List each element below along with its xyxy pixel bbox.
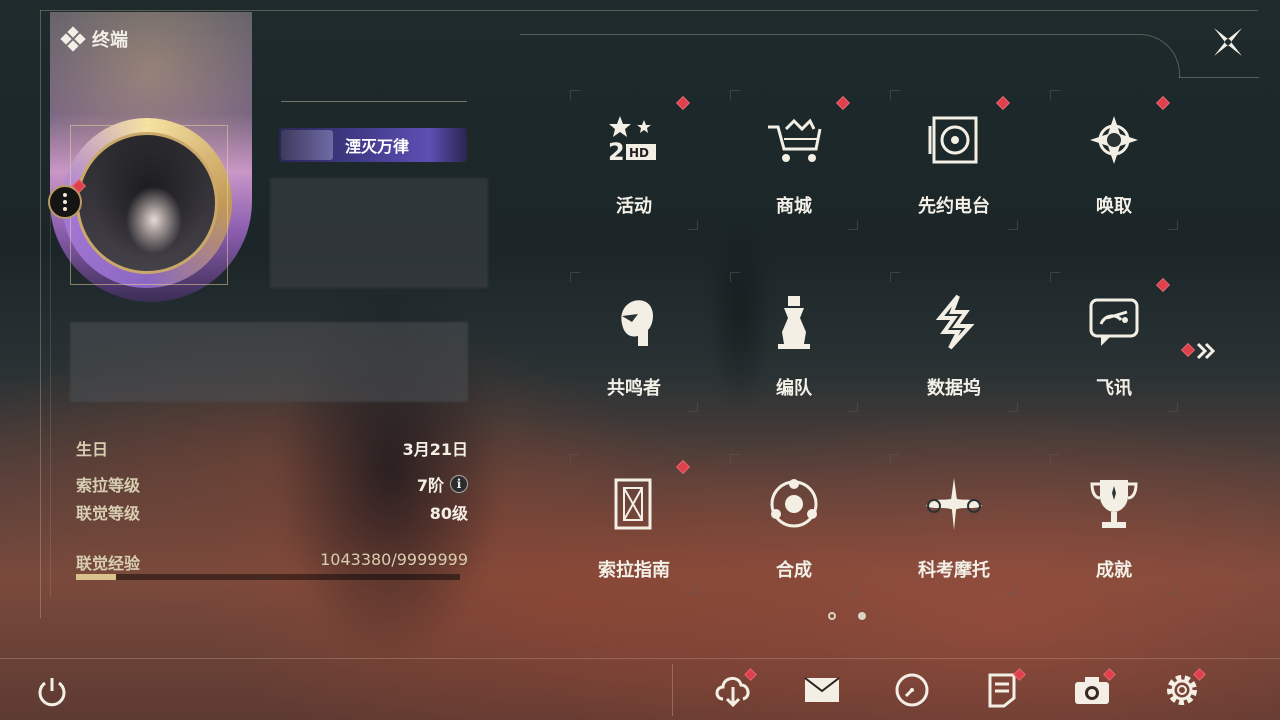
- function-menu-grid: 2HD 活动 商城 先约电台 唤取 共鸣者 编队 数据坞 飞讯 索拉指南 合成 …: [555, 90, 1195, 620]
- exp-progress-fill: [76, 574, 116, 580]
- info-icon[interactable]: i: [450, 475, 468, 493]
- page-title: 终端: [92, 30, 128, 51]
- terminal-header: 终端: [60, 26, 128, 52]
- tile-frame: [730, 90, 858, 230]
- mail-button[interactable]: [802, 672, 842, 712]
- download-button[interactable]: [713, 668, 757, 712]
- close-button[interactable]: [1208, 22, 1248, 62]
- double-chevron-right-icon: [1196, 342, 1216, 360]
- pagination-dots: [828, 612, 866, 620]
- divider: [281, 101, 467, 102]
- tile-frame: [570, 90, 698, 230]
- blurred-name-area: [270, 178, 488, 288]
- tile-frame: [730, 272, 858, 412]
- menu-tile-shop-cart[interactable]: 商城: [730, 90, 858, 230]
- tile-frame: [1050, 90, 1178, 230]
- close-icon: [1214, 28, 1242, 56]
- menu-tile-event-2nd-anniversary[interactable]: 2HD 活动: [570, 90, 698, 230]
- avatar-frame: [70, 125, 228, 285]
- profile-stats: 生日 3月21日 索拉等级 7阶 i 联觉等级 80级: [76, 436, 468, 524]
- clock-icon: [894, 672, 930, 712]
- menu-tile-motorbike[interactable]: 科考摩托: [890, 454, 1018, 594]
- notice-icon: [986, 672, 1018, 712]
- tile-frame: [890, 90, 1018, 230]
- tile-frame: [730, 454, 858, 594]
- power-button[interactable]: [34, 674, 70, 710]
- menu-tile-chat-message[interactable]: 飞讯: [1050, 272, 1178, 412]
- menu-tile-team-chess[interactable]: 编队: [730, 272, 858, 412]
- menu-tile-synthesis[interactable]: 合成: [730, 454, 858, 594]
- menu-tile-data-bank[interactable]: 数据坞: [890, 272, 1018, 412]
- stat-label: 生日: [76, 440, 109, 459]
- tile-frame: [570, 272, 698, 412]
- tile-frame: [890, 454, 1018, 594]
- clock-button[interactable]: [892, 672, 932, 712]
- power-icon: [38, 678, 66, 707]
- next-page-button[interactable]: [1180, 340, 1220, 362]
- tile-frame: [570, 454, 698, 594]
- exp-progress-bar: [76, 574, 460, 580]
- diamond-logo-icon: [60, 26, 86, 52]
- camera-button[interactable]: [1072, 668, 1116, 712]
- menu-tile-radio-record[interactable]: 先约电台: [890, 90, 1018, 230]
- menu-tile-convene-compass[interactable]: 唤取: [1050, 90, 1178, 230]
- stat-row-birthday: 生日 3月21日: [76, 436, 468, 460]
- frame-curve-line: [520, 34, 1180, 78]
- badge-title: 湮灭万律: [345, 137, 410, 156]
- menu-tile-trophy[interactable]: 成就: [1050, 454, 1178, 594]
- tile-frame: [890, 272, 1018, 412]
- blurred-signature-area: [70, 322, 468, 402]
- exp-label: 联觉经验: [76, 554, 141, 573]
- tile-frame: [1050, 454, 1178, 594]
- frame-top-line: [40, 10, 1258, 11]
- exp-value: 1043380/9999999: [320, 550, 468, 569]
- frame-right-line: [1179, 77, 1259, 78]
- page-dot[interactable]: [858, 612, 866, 620]
- badge-portrait: [281, 130, 333, 160]
- exp-row: 联觉经验 1043380/9999999: [76, 550, 468, 574]
- stat-value-wrap: 7阶 i: [417, 472, 468, 496]
- settings-gear-button[interactable]: [1162, 668, 1206, 712]
- stat-value: 80级: [429, 504, 468, 523]
- camera-icon: [1072, 674, 1112, 710]
- menu-tile-guidebook[interactable]: 索拉指南: [570, 454, 698, 594]
- stat-row-sol-rank: 索拉等级 7阶 i: [76, 472, 468, 496]
- frame-left-line: [40, 10, 41, 618]
- page-dot[interactable]: [828, 612, 836, 620]
- notice-button[interactable]: [982, 668, 1026, 712]
- download-icon: [713, 673, 753, 711]
- stat-label: 索拉等级: [76, 476, 141, 495]
- stat-value: 7阶: [416, 476, 444, 495]
- title-badge[interactable]: 湮灭万律: [279, 128, 467, 162]
- stat-label: 联觉等级: [76, 504, 141, 523]
- tile-frame: [1050, 272, 1178, 412]
- bottom-separator: [672, 664, 673, 716]
- stat-value: 3月21日: [402, 440, 468, 459]
- stat-row-union-level: 联觉等级 80级: [76, 500, 468, 524]
- mail-icon: [802, 675, 842, 709]
- menu-tile-resonator-head[interactable]: 共鸣者: [570, 272, 698, 412]
